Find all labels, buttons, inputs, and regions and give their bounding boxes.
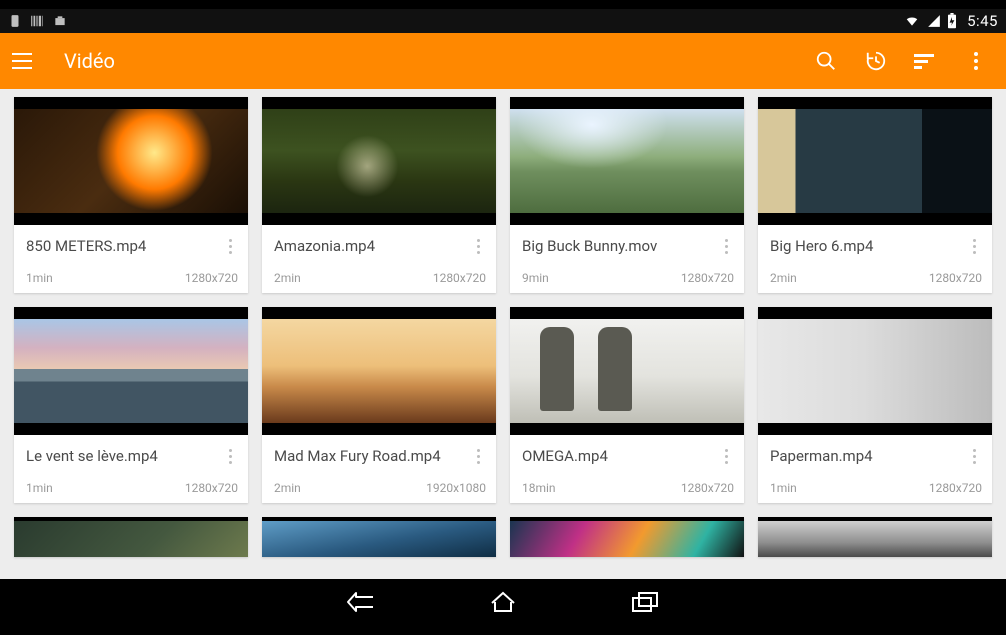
video-grid-container: 850 METERS.mp4 1min 1280x720 Amazonia.mp… [0,89,1006,579]
video-resolution: 1280x720 [929,271,982,285]
home-button[interactable] [487,586,519,618]
video-title: Paperman.mp4 [770,447,964,467]
back-icon [346,590,376,614]
video-duration: 2min [770,271,797,285]
video-title: OMEGA.mp4 [522,447,716,467]
video-card[interactable] [14,517,248,557]
video-thumbnail [510,517,744,557]
battery-charging-icon [947,13,957,29]
video-title: Mad Max Fury Road.mp4 [274,447,468,467]
video-duration: 18min [522,481,556,495]
app-bar: Vidéo [0,33,1006,89]
video-card[interactable]: Big Buck Bunny.mov 9min 1280x720 [510,97,744,293]
video-duration: 1min [770,481,797,495]
video-duration: 1min [26,271,53,285]
search-icon [815,50,837,72]
video-card[interactable]: Amazonia.mp4 2min 1280x720 [262,97,496,293]
wifi-icon [903,14,921,28]
video-thumbnail [758,517,992,557]
video-thumbnail [14,307,248,435]
video-resolution: 1280x720 [681,271,734,285]
barcode-icon [30,14,44,28]
menu-icon[interactable] [12,47,40,75]
status-clock: 5:45 [967,12,998,30]
portrait-lock-icon [8,14,22,28]
video-title: Le vent se lève.mp4 [26,447,220,467]
device-frame-bottom [0,625,1006,635]
video-resolution: 1280x720 [185,481,238,495]
video-thumbnail [14,517,248,557]
video-thumbnail [262,97,496,225]
page-title: Vidéo [64,49,115,73]
video-resolution: 1280x720 [433,271,486,285]
store-icon [52,14,68,28]
video-title: Amazonia.mp4 [274,237,468,257]
sort-button[interactable] [914,49,938,73]
video-more-button[interactable] [468,237,488,254]
recents-button[interactable] [629,586,661,618]
search-button[interactable] [814,49,838,73]
video-duration: 2min [274,481,301,495]
video-resolution: 1280x720 [185,271,238,285]
video-card[interactable] [510,517,744,557]
video-card[interactable] [262,517,496,557]
video-duration: 9min [522,271,549,285]
status-bar: 5:45 [0,9,1006,33]
video-more-button[interactable] [716,237,736,254]
video-title: Big Hero 6.mp4 [770,237,964,257]
video-resolution: 1280x720 [929,481,982,495]
video-card[interactable]: Paperman.mp4 1min 1280x720 [758,307,992,503]
cell-signal-icon [927,14,941,28]
video-card[interactable]: OMEGA.mp4 18min 1280x720 [510,307,744,503]
video-more-button[interactable] [716,447,736,464]
video-more-button[interactable] [964,237,984,254]
video-thumbnail [510,97,744,225]
video-title: Big Buck Bunny.mov [522,237,716,257]
video-resolution: 1280x720 [681,481,734,495]
back-button[interactable] [345,586,377,618]
video-thumbnail [758,97,992,225]
recents-icon [631,591,659,613]
video-more-button[interactable] [220,447,240,464]
video-thumbnail [14,97,248,225]
video-card[interactable]: 850 METERS.mp4 1min 1280x720 [14,97,248,293]
video-title: 850 METERS.mp4 [26,237,220,257]
video-more-button[interactable] [964,447,984,464]
video-thumbnail [262,517,496,557]
video-card[interactable]: Big Hero 6.mp4 2min 1280x720 [758,97,992,293]
video-more-button[interactable] [220,237,240,254]
video-card[interactable] [758,517,992,557]
device-frame-top [0,0,1006,9]
home-icon [489,590,517,614]
overflow-menu-button[interactable] [964,49,988,73]
video-more-button[interactable] [468,447,488,464]
history-button[interactable] [864,49,888,73]
video-duration: 1min [26,481,53,495]
system-nav-bar [0,579,1006,625]
video-card[interactable]: Le vent se lève.mp4 1min 1280x720 [14,307,248,503]
video-resolution: 1920x1080 [426,481,486,495]
history-icon [865,50,887,72]
video-grid: 850 METERS.mp4 1min 1280x720 Amazonia.mp… [14,97,992,557]
video-thumbnail [758,307,992,435]
video-thumbnail [262,307,496,435]
video-duration: 2min [274,271,301,285]
video-card[interactable]: Mad Max Fury Road.mp4 2min 1920x1080 [262,307,496,503]
video-thumbnail [510,307,744,435]
